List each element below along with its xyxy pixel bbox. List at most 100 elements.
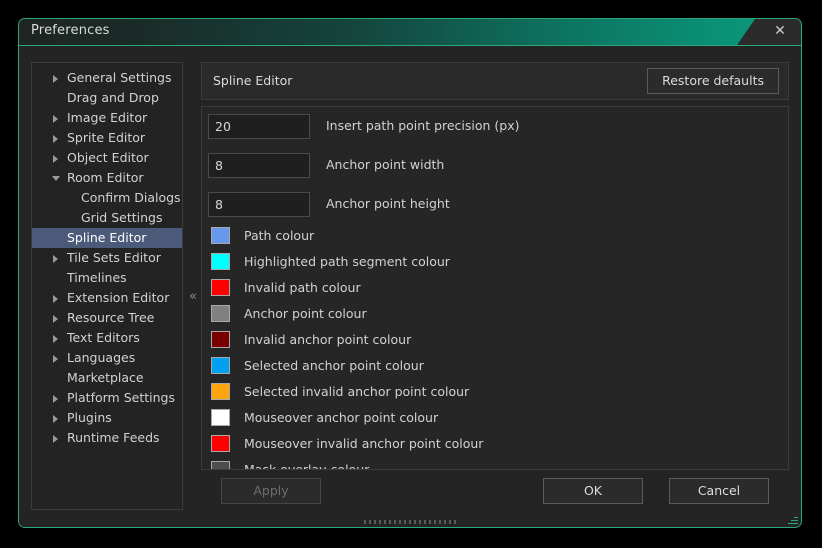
sidebar-item-room-editor[interactable]: Room Editor (32, 168, 182, 188)
apply-button[interactable]: Apply (221, 478, 321, 504)
number-input[interactable] (208, 114, 310, 139)
preferences-window: Preferences ✕ General SettingsDrag and D… (18, 18, 802, 528)
sidebar-item-drag-and-drop[interactable]: Drag and Drop (32, 88, 182, 108)
sidebar-item-label: Sprite Editor (67, 128, 145, 148)
sidebar-item-label: Tile Sets Editor (67, 248, 161, 268)
colour-setting-row: Invalid anchor point colour (208, 328, 788, 354)
chevron-right-icon[interactable] (53, 75, 58, 83)
sidebar-item-runtime-feeds[interactable]: Runtime Feeds (32, 428, 182, 448)
chevron-right-icon[interactable] (53, 435, 58, 443)
sidebar-item-label: Plugins (67, 408, 112, 428)
colour-setting-label: Anchor point colour (244, 306, 367, 321)
sidebar-item-label: Timelines (67, 268, 127, 288)
sidebar-item-label: Object Editor (67, 148, 149, 168)
sidebar-item-object-editor[interactable]: Object Editor (32, 148, 182, 168)
window-titlebar[interactable]: Preferences ✕ (19, 19, 801, 46)
sidebar-item-grid-settings[interactable]: Grid Settings (32, 208, 182, 228)
chevron-right-icon[interactable] (53, 115, 58, 123)
sidebar-item-platform-settings[interactable]: Platform Settings (32, 388, 182, 408)
window-resize-grip[interactable] (786, 514, 798, 526)
sidebar-item-label: Resource Tree (67, 308, 154, 328)
panel-splitter[interactable]: « (185, 62, 201, 510)
sidebar-item-label: Marketplace (67, 368, 144, 388)
setting-row: Anchor point width (208, 153, 788, 185)
colour-setting-label: Selected invalid anchor point colour (244, 384, 469, 399)
colour-setting-row: Mouseover invalid anchor point colour (208, 432, 788, 458)
colour-setting-label: Selected anchor point colour (244, 358, 424, 373)
ok-button[interactable]: OK (543, 478, 643, 504)
chevron-right-icon[interactable] (53, 155, 58, 163)
sidebar-item-resource-tree[interactable]: Resource Tree (32, 308, 182, 328)
content-header: Spline Editor Restore defaults (201, 62, 789, 100)
colour-setting-row: Selected anchor point colour (208, 354, 788, 380)
colour-swatch[interactable] (211, 409, 230, 426)
chevron-right-icon[interactable] (53, 315, 58, 323)
chevron-right-icon[interactable] (53, 415, 58, 423)
colour-swatch[interactable] (211, 357, 230, 374)
colour-swatch[interactable] (211, 305, 230, 322)
colour-setting-row: Mask overlay colour (208, 458, 788, 470)
chevron-right-icon[interactable] (53, 335, 58, 343)
titlebar-close-area (737, 19, 801, 45)
cancel-button[interactable]: Cancel (669, 478, 769, 504)
sidebar-item-label: Confirm Dialogs (81, 188, 181, 208)
colour-swatch[interactable] (211, 279, 230, 296)
sidebar-item-confirm-dialogs[interactable]: Confirm Dialogs (32, 188, 182, 208)
colour-setting-row: Anchor point colour (208, 302, 788, 328)
tree-list: General SettingsDrag and DropImage Edito… (32, 63, 182, 448)
sidebar-item-marketplace[interactable]: Marketplace (32, 368, 182, 388)
colour-swatch[interactable] (211, 331, 230, 348)
sidebar-item-label: Spline Editor (67, 228, 146, 248)
setting-label: Insert path point precision (px) (326, 118, 520, 133)
settings-content-panel: Spline Editor Restore defaults Insert pa… (201, 62, 789, 510)
setting-row: Insert path point precision (px) (208, 114, 788, 146)
colour-swatch[interactable] (211, 383, 230, 400)
chevron-right-icon[interactable] (53, 355, 58, 363)
chevron-right-icon[interactable] (53, 135, 58, 143)
sidebar-item-sprite-editor[interactable]: Sprite Editor (32, 128, 182, 148)
sidebar-item-label: Languages (67, 348, 135, 368)
settings-list: Insert path point precision (px) Anchor p… (201, 106, 789, 470)
settings-category-tree[interactable]: General SettingsDrag and DropImage Edito… (31, 62, 183, 510)
sidebar-item-label: Drag and Drop (67, 88, 159, 108)
sidebar-item-text-editors[interactable]: Text Editors (32, 328, 182, 348)
chevron-down-icon[interactable] (52, 176, 60, 181)
sidebar-item-image-editor[interactable]: Image Editor (32, 108, 182, 128)
colour-setting-row: Highlighted path segment colour (208, 250, 788, 276)
setting-label: Anchor point width (326, 157, 444, 172)
window-drag-grip[interactable] (364, 520, 456, 524)
chevron-left-double-icon[interactable]: « (185, 290, 201, 303)
numeric-fields-group: Insert path point precision (px) Anchor p… (202, 114, 788, 224)
close-icon[interactable]: ✕ (771, 22, 789, 40)
sidebar-item-general-settings[interactable]: General Settings (32, 68, 182, 88)
sidebar-item-plugins[interactable]: Plugins (32, 408, 182, 428)
colour-setting-label: Highlighted path segment colour (244, 254, 450, 269)
sidebar-item-spline-editor[interactable]: Spline Editor (32, 228, 182, 248)
colour-setting-label: Path colour (244, 228, 314, 243)
colour-swatch[interactable] (211, 253, 230, 270)
colour-swatch[interactable] (211, 461, 230, 470)
colour-swatch[interactable] (211, 435, 230, 452)
chevron-right-icon[interactable] (53, 395, 58, 403)
colour-setting-label: Invalid anchor point colour (244, 332, 411, 347)
colour-fields-group: Path colour Highlighted path segment colo… (202, 224, 788, 470)
sidebar-item-extension-editor[interactable]: Extension Editor (32, 288, 182, 308)
chevron-right-icon[interactable] (53, 255, 58, 263)
number-input[interactable] (208, 192, 310, 217)
sidebar-item-label: Room Editor (67, 168, 144, 188)
number-input[interactable] (208, 153, 310, 178)
sidebar-item-tile-sets-editor[interactable]: Tile Sets Editor (32, 248, 182, 268)
sidebar-item-label: Text Editors (67, 328, 140, 348)
screen: Preferences ✕ General SettingsDrag and D… (0, 0, 822, 548)
sidebar-item-languages[interactable]: Languages (32, 348, 182, 368)
colour-setting-label: Mouseover anchor point colour (244, 410, 438, 425)
sidebar-item-timelines[interactable]: Timelines (32, 268, 182, 288)
window-title: Preferences (31, 23, 110, 38)
colour-setting-row: Selected invalid anchor point colour (208, 380, 788, 406)
chevron-right-icon[interactable] (53, 295, 58, 303)
dialog-footer: Apply OK Cancel (201, 476, 789, 510)
restore-defaults-button[interactable]: Restore defaults (647, 68, 779, 94)
colour-swatch[interactable] (211, 227, 230, 244)
sidebar-item-label: General Settings (67, 68, 172, 88)
colour-setting-label: Mouseover invalid anchor point colour (244, 436, 483, 451)
